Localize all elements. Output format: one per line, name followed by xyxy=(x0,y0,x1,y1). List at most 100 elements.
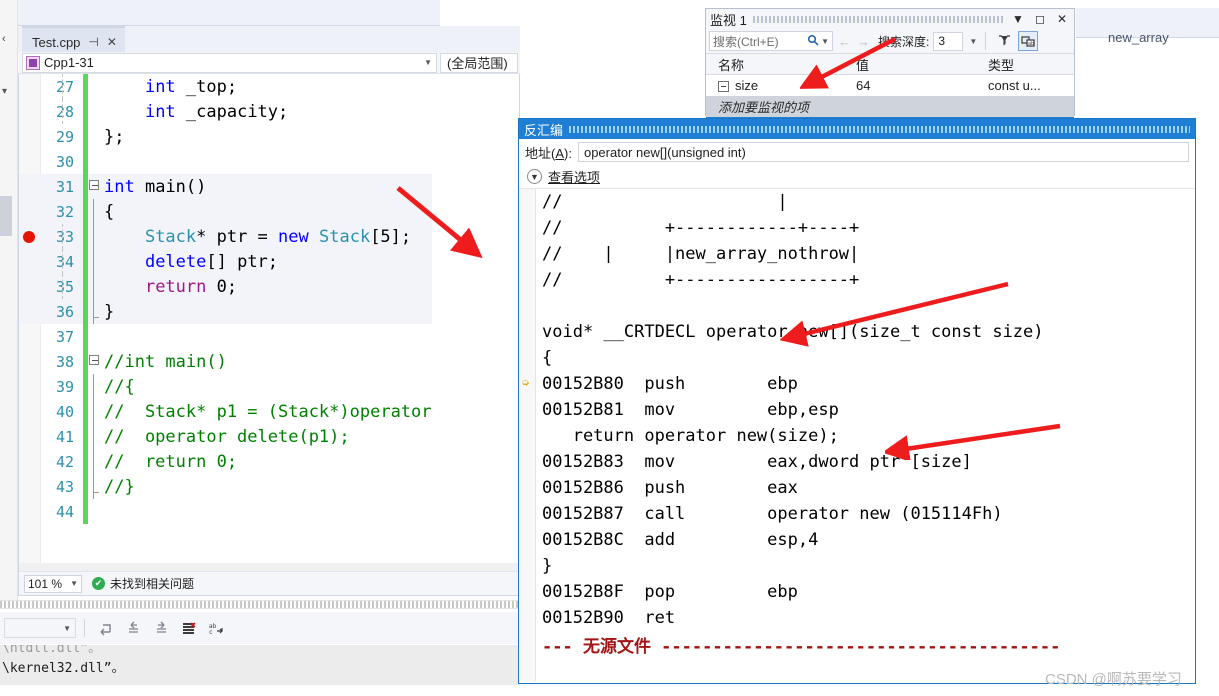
search-input[interactable]: 搜索(Ctrl+E) ▼ xyxy=(709,31,833,51)
code-line[interactable]: 27 int _top; xyxy=(19,74,432,99)
disassembly-line[interactable]: // +-----------------+ xyxy=(519,267,1195,293)
disassembly-line[interactable]: ➭ 00152B80 push ebp xyxy=(519,371,1195,397)
fold-margin-cell[interactable] xyxy=(88,224,101,249)
search-previous-icon[interactable]: ← xyxy=(837,34,852,49)
code-line[interactable]: 30 xyxy=(19,149,432,174)
chevron-down-icon[interactable]: ▼ xyxy=(969,37,977,46)
window-menu-icon[interactable]: ▼ xyxy=(1010,12,1026,26)
search-icon[interactable] xyxy=(807,34,819,49)
fold-margin-cell[interactable] xyxy=(88,249,101,274)
disassembly-line[interactable]: 00152B8F pop ebp xyxy=(519,579,1195,605)
fold-margin-cell[interactable] xyxy=(88,424,101,449)
disassembly-line[interactable]: return operator new(size); xyxy=(519,423,1195,449)
code-line[interactable]: 35 return 0; xyxy=(19,274,432,299)
disassembly-line[interactable]: void* __CRTDECL operator new[](size_t co… xyxy=(519,319,1195,345)
fold-margin-cell[interactable] xyxy=(88,474,101,499)
maximize-icon[interactable]: ◻ xyxy=(1032,12,1048,26)
disassembly-line[interactable]: // +------------+----+ xyxy=(519,215,1195,241)
breakpoint-gutter-cell[interactable] xyxy=(19,174,41,199)
go-to-next-icon[interactable] xyxy=(149,617,173,639)
disassembly-body[interactable]: // | // +------------+----+ // | |new_arra… xyxy=(519,189,1195,681)
fold-margin-cell[interactable] xyxy=(88,349,101,374)
project-scope-dropdown[interactable]: Cpp1-31 ▼ xyxy=(22,52,437,73)
watch-title-bar[interactable]: 监视 1 ▼ ◻ ✕ xyxy=(706,9,1074,29)
watch-add-item-row[interactable]: 添加要监视的项 xyxy=(706,96,1074,117)
disassembly-line[interactable]: 00152B86 push eax xyxy=(519,475,1195,501)
close-icon[interactable]: ✕ xyxy=(1054,12,1070,26)
breakpoint-gutter-cell[interactable] xyxy=(19,324,41,349)
collapse-icon[interactable] xyxy=(89,355,99,365)
watch-row[interactable]: size 64 const u... xyxy=(706,75,1074,96)
fold-margin-cell[interactable] xyxy=(88,174,101,199)
disassembly-gutter-cell[interactable] xyxy=(519,579,536,605)
current-instruction-marker[interactable]: ➭ xyxy=(519,371,536,397)
disassembly-gutter-cell[interactable] xyxy=(519,501,536,527)
search-depth-input[interactable]: 3 xyxy=(933,31,964,51)
disassembly-gutter-cell[interactable] xyxy=(519,527,536,553)
watch-row-name[interactable]: size xyxy=(706,78,856,93)
fold-margin-cell[interactable] xyxy=(88,399,101,424)
fold-margin-cell[interactable] xyxy=(88,374,101,399)
breakpoint-gutter-cell[interactable] xyxy=(19,399,41,424)
zoom-level-dropdown[interactable]: 101 % ▼ xyxy=(24,574,82,593)
column-header-value[interactable]: 值 xyxy=(856,55,988,74)
fold-margin-cell[interactable] xyxy=(88,449,101,474)
hexadecimal-display-icon[interactable]: ab xyxy=(1018,31,1039,51)
disassembly-gutter-cell[interactable] xyxy=(519,605,536,631)
fold-margin-cell[interactable] xyxy=(88,199,101,224)
disassembly-gutter-cell[interactable] xyxy=(519,319,536,345)
code-line[interactable]: 29}; xyxy=(19,124,432,149)
code-line[interactable]: 32 { xyxy=(19,199,432,224)
watch-row-value[interactable]: 64 xyxy=(856,78,988,93)
editor-tab-test-cpp[interactable]: Test.cpp ⊣ ✕ xyxy=(22,26,125,52)
expander-icon[interactable] xyxy=(718,81,729,93)
chevron-down-icon[interactable]: ▼ xyxy=(821,37,829,46)
code-line[interactable]: 43 //} xyxy=(19,474,432,499)
dock-splitter[interactable] xyxy=(0,600,520,609)
pin-icon[interactable]: ⊣ xyxy=(88,35,98,49)
code-line[interactable]: 34 delete[] ptr; xyxy=(19,249,432,274)
disassembly-gutter-cell[interactable] xyxy=(519,397,536,423)
fold-margin-cell[interactable] xyxy=(88,99,101,124)
code-line[interactable]: 38 //int main() xyxy=(19,349,432,374)
pin-filter-icon[interactable] xyxy=(994,31,1014,51)
disassembly-line[interactable] xyxy=(519,293,1195,319)
disassembly-title-bar[interactable]: 反汇编 xyxy=(519,119,1195,139)
disassembly-gutter-cell[interactable] xyxy=(519,449,536,475)
breakpoint-gutter-cell[interactable] xyxy=(19,424,41,449)
breakpoint-icon[interactable] xyxy=(23,231,35,243)
disassembly-gutter-cell[interactable] xyxy=(519,423,536,449)
address-input[interactable]: operator new[](unsigned int) xyxy=(577,142,1189,162)
close-icon[interactable]: ✕ xyxy=(107,35,117,49)
breakpoint-gutter-cell[interactable] xyxy=(19,249,41,274)
code-line[interactable]: 36} xyxy=(19,299,432,324)
code-text-area[interactable]: 27 int _top; 28 int _capacity; 29}; 30 31 int… xyxy=(19,74,519,571)
fold-margin-cell[interactable] xyxy=(88,499,101,524)
disassembly-line[interactable]: 00152B90 ret xyxy=(519,605,1195,631)
code-line[interactable]: 41 // operator delete(p1); xyxy=(19,424,432,449)
breakpoint-gutter-cell[interactable] xyxy=(19,199,41,224)
left-dock-caret-icon[interactable]: ▾ xyxy=(2,86,7,97)
fold-margin-cell[interactable] xyxy=(88,274,101,299)
disassembly-line[interactable]: } xyxy=(519,553,1195,579)
left-dock-chevron-icon[interactable]: ‹ xyxy=(2,33,6,45)
breakpoint-gutter-cell[interactable] xyxy=(19,499,41,524)
search-next-icon[interactable]: → xyxy=(856,34,871,49)
breakpoint-gutter-cell[interactable] xyxy=(19,474,41,499)
disassembly-line[interactable]: { xyxy=(519,345,1195,371)
disassembly-line[interactable]: 00152B87 call operator new (015114Fh) xyxy=(519,501,1195,527)
code-line[interactable]: 42 // return 0; xyxy=(19,449,432,474)
left-scrollbar-thumb[interactable] xyxy=(0,196,12,236)
issue-status-badge[interactable]: ✔ 未找到相关问题 xyxy=(92,575,194,592)
breakpoint-marker[interactable] xyxy=(19,224,41,249)
chevron-down-icon[interactable]: ▼ xyxy=(424,58,432,67)
member-scope-dropdown[interactable]: (全局范围) xyxy=(440,52,518,73)
disassembly-line[interactable]: // | xyxy=(519,189,1195,215)
fold-margin-cell[interactable] xyxy=(88,124,101,149)
disassembly-gutter-cell[interactable] xyxy=(519,267,536,293)
collapse-icon[interactable] xyxy=(89,180,99,190)
disassembly-gutter-cell[interactable] xyxy=(519,345,536,371)
disassembly-gutter-cell[interactable] xyxy=(519,475,536,501)
disassembly-gutter-cell[interactable] xyxy=(519,189,536,215)
disassembly-gutter-cell[interactable] xyxy=(519,215,536,241)
